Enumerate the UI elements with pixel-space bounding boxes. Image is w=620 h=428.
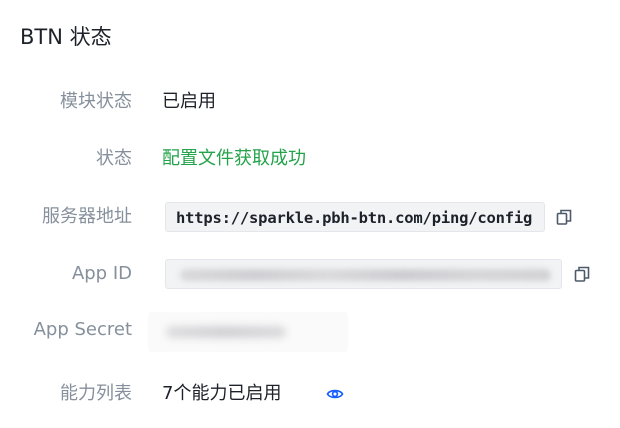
server-address-value[interactable]: https://sparkle.pbh-btn.com/ping/config xyxy=(165,202,545,232)
app-secret-label: App Secret xyxy=(33,319,132,340)
capabilities-value: 7个能力已启用 xyxy=(162,383,282,404)
btn-status-card: BTN 状态 模块状态 已启用 状态 配置文件获取成功 服务器地址 https:… xyxy=(0,0,620,428)
app-id-row: App ID xyxy=(0,256,620,292)
server-address-label: 服务器地址 xyxy=(42,206,132,227)
module-status-label: 模块状态 xyxy=(60,91,132,112)
status-label: 状态 xyxy=(96,148,132,169)
copy-icon[interactable] xyxy=(555,208,573,226)
module-status-row: 模块状态 已启用 xyxy=(0,84,620,120)
app-id-label: App ID xyxy=(71,263,132,284)
status-value: 配置文件获取成功 xyxy=(162,148,306,169)
capabilities-label: 能力列表 xyxy=(60,383,132,404)
section-title: BTN 状态 xyxy=(20,25,112,49)
copy-icon[interactable] xyxy=(573,265,591,283)
app-id-value-redacted[interactable] xyxy=(165,259,562,289)
server-address-row: 服务器地址 https://sparkle.pbh-btn.com/ping/c… xyxy=(0,199,620,235)
capabilities-row: 能力列表 7个能力已启用 xyxy=(0,376,620,412)
app-secret-row: App Secret xyxy=(0,312,620,352)
eye-icon[interactable] xyxy=(326,385,344,403)
module-status-value: 已启用 xyxy=(162,91,216,112)
status-row: 状态 配置文件获取成功 xyxy=(0,141,620,177)
app-secret-value-redacted xyxy=(148,312,348,352)
